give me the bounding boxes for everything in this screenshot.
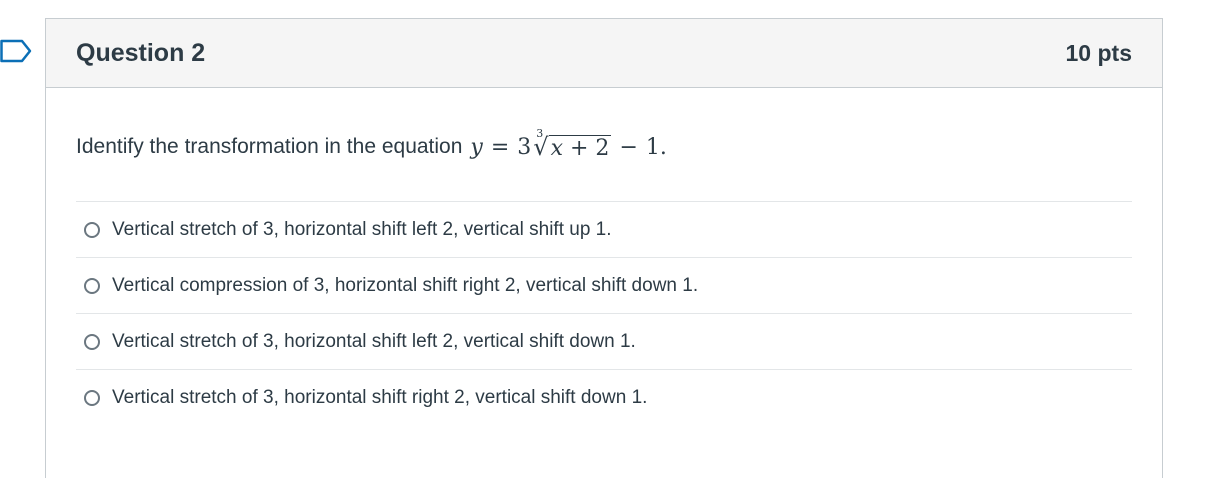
answer-option[interactable]: Vertical stretch of 3, horizontal shift … (76, 201, 1132, 257)
answer-label[interactable]: Vertical stretch of 3, horizontal shift … (112, 387, 647, 409)
answer-list: Vertical stretch of 3, horizontal shift … (76, 201, 1132, 425)
question-header: Question 2 10 pts (46, 19, 1162, 88)
question-body: Identify the transformation in the equat… (46, 127, 1162, 425)
equation-minus: − (619, 134, 638, 160)
answer-option[interactable]: Vertical stretch of 3, horizontal shift … (76, 369, 1132, 425)
flag-question-icon[interactable] (0, 38, 32, 64)
answer-option[interactable]: Vertical compression of 3, horizontal sh… (76, 257, 1132, 313)
equation-equals: = (490, 134, 510, 160)
question-prompt: Identify the transformation in the equat… (76, 135, 463, 158)
answer-label[interactable]: Vertical stretch of 3, horizontal shift … (112, 331, 636, 353)
answer-option[interactable]: Vertical stretch of 3, horizontal shift … (76, 313, 1132, 369)
radicand: x + 2 (548, 135, 612, 161)
root-index: 3 (536, 127, 544, 140)
question-title: Question 2 (76, 38, 206, 67)
equation: y = 3 3 √ x + 2 − 1 . (470, 127, 667, 161)
equation-constant: 1 (645, 134, 660, 160)
equation-coef: 3 (517, 134, 532, 160)
question-text: Identify the transformation in the equat… (76, 127, 1132, 161)
question-card: Question 2 10 pts Identify the transform… (45, 18, 1163, 478)
cube-root: 3 √ x + 2 (533, 127, 612, 161)
answer-label[interactable]: Vertical stretch of 3, horizontal shift … (112, 219, 612, 241)
equation-period: . (659, 134, 667, 160)
equation-y: y (470, 134, 483, 160)
radio-button-icon[interactable] (84, 277, 100, 294)
radio-button-icon[interactable] (84, 389, 100, 406)
answer-label[interactable]: Vertical compression of 3, horizontal sh… (112, 275, 698, 297)
radio-button-icon[interactable] (84, 221, 100, 238)
radio-button-icon[interactable] (84, 333, 100, 350)
question-points: 10 pts (1065, 39, 1132, 66)
